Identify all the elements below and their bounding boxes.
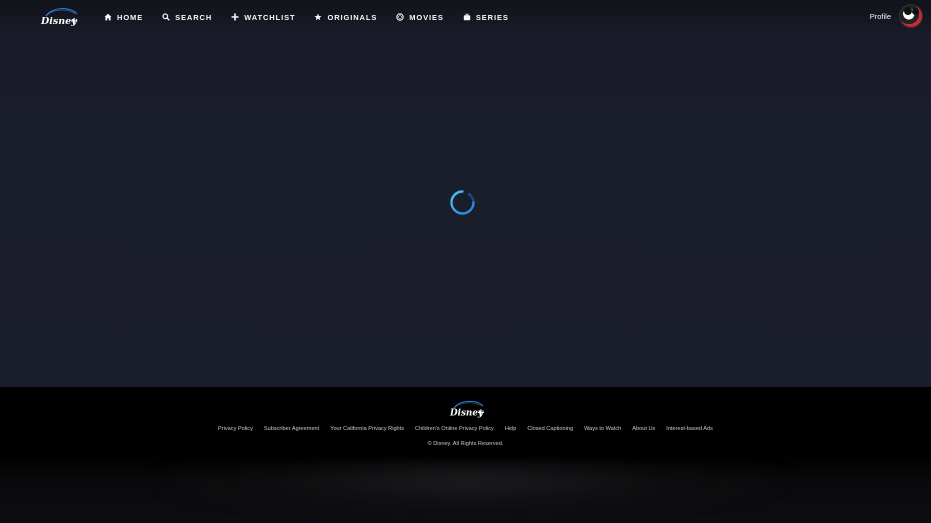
nav-item-label: HOME bbox=[117, 12, 144, 22]
footer-link-about-us[interactable]: About Us bbox=[632, 426, 655, 432]
nav-item-search[interactable]: SEARCH bbox=[162, 10, 212, 24]
plus-icon bbox=[231, 13, 239, 21]
footer-link-help[interactable]: Help bbox=[505, 426, 517, 432]
movies-icon bbox=[396, 13, 404, 21]
nav-item-label: WATCHLIST bbox=[244, 12, 296, 22]
footer-links: Privacy Policy Subscriber Agreement Your… bbox=[0, 426, 931, 432]
nav-item-originals[interactable]: ORIGINALS bbox=[314, 10, 377, 24]
nav-item-label: ORIGINALS bbox=[327, 12, 378, 22]
footer: Disney + Privacy Policy Subscriber Agree… bbox=[0, 387, 931, 523]
profile-menu[interactable]: Profile bbox=[870, 4, 923, 28]
nav-item-label: MOVIES bbox=[409, 12, 444, 22]
copyright-text: © Disney. All Rights Reserved. bbox=[427, 441, 504, 447]
loading-spinner bbox=[449, 189, 476, 216]
nav-item-home[interactable]: HOME bbox=[104, 10, 143, 24]
footer-background-glow bbox=[150, 461, 790, 523]
tv-icon bbox=[463, 13, 471, 21]
nav-item-movies[interactable]: MOVIES bbox=[396, 10, 444, 24]
footer-link-closed-captioning[interactable]: Closed Captioning bbox=[527, 426, 573, 432]
top-navigation-bar: Disney + HOME SEARCH WATCHLIST ORIGINALS… bbox=[0, 0, 931, 34]
star-icon bbox=[314, 13, 322, 21]
footer-disney-plus-logo[interactable]: Disney + bbox=[449, 398, 486, 420]
home-icon bbox=[104, 13, 112, 21]
avatar[interactable] bbox=[899, 4, 923, 28]
profile-label: Profile bbox=[869, 11, 891, 21]
footer-link-ways-to-watch[interactable]: Ways to Watch bbox=[584, 426, 621, 432]
footer-link-interest-based-ads[interactable]: Interest-based Ads bbox=[666, 426, 713, 432]
svg-text:+: + bbox=[70, 16, 78, 27]
nav-item-label: SEARCH bbox=[175, 12, 213, 22]
disney-plus-logo[interactable]: Disney + bbox=[40, 5, 80, 29]
nav-item-series[interactable]: SERIES bbox=[463, 10, 509, 24]
svg-text:+: + bbox=[477, 408, 485, 419]
search-icon bbox=[162, 13, 170, 21]
footer-link-california-privacy[interactable]: Your California Privacy Rights bbox=[330, 426, 404, 432]
footer-link-privacy-policy[interactable]: Privacy Policy bbox=[218, 426, 253, 432]
footer-link-childrens-privacy[interactable]: Children's Online Privacy Policy bbox=[415, 426, 494, 432]
nav-item-label: SERIES bbox=[475, 12, 509, 22]
nav-item-watchlist[interactable]: WATCHLIST bbox=[231, 10, 295, 24]
main-nav: HOME SEARCH WATCHLIST ORIGINALS MOVIES S… bbox=[104, 10, 509, 24]
footer-link-subscriber-agreement[interactable]: Subscriber Agreement bbox=[264, 426, 319, 432]
